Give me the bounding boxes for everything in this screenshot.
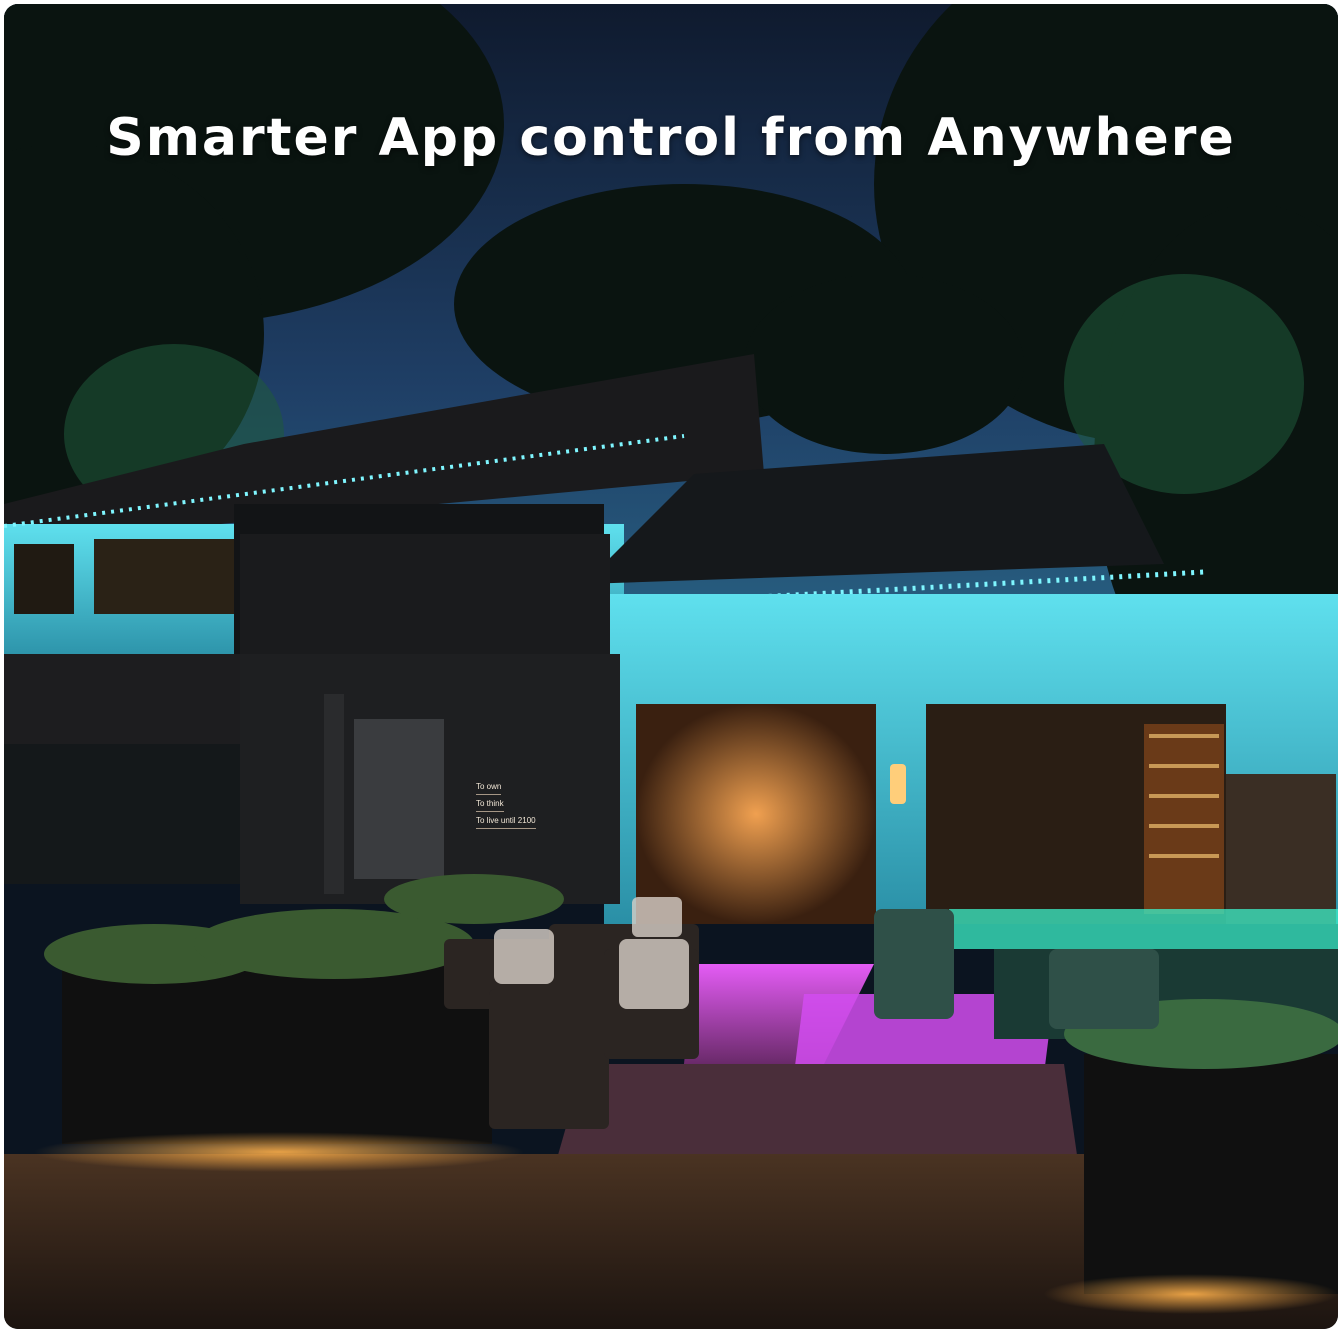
neon-sign-line-1: To own: [476, 780, 502, 795]
neon-sign-line-2: To think: [476, 797, 504, 812]
night-house-scene: [4, 4, 1338, 1329]
headline: Smarter App control from Anywhere: [106, 108, 1236, 168]
neon-sign-line-3: To live until 2100: [476, 814, 536, 829]
product-image-frame: To own To think To live until 2100 Smart…: [4, 4, 1338, 1329]
neon-sign: To own To think To live until 2100: [476, 780, 566, 831]
